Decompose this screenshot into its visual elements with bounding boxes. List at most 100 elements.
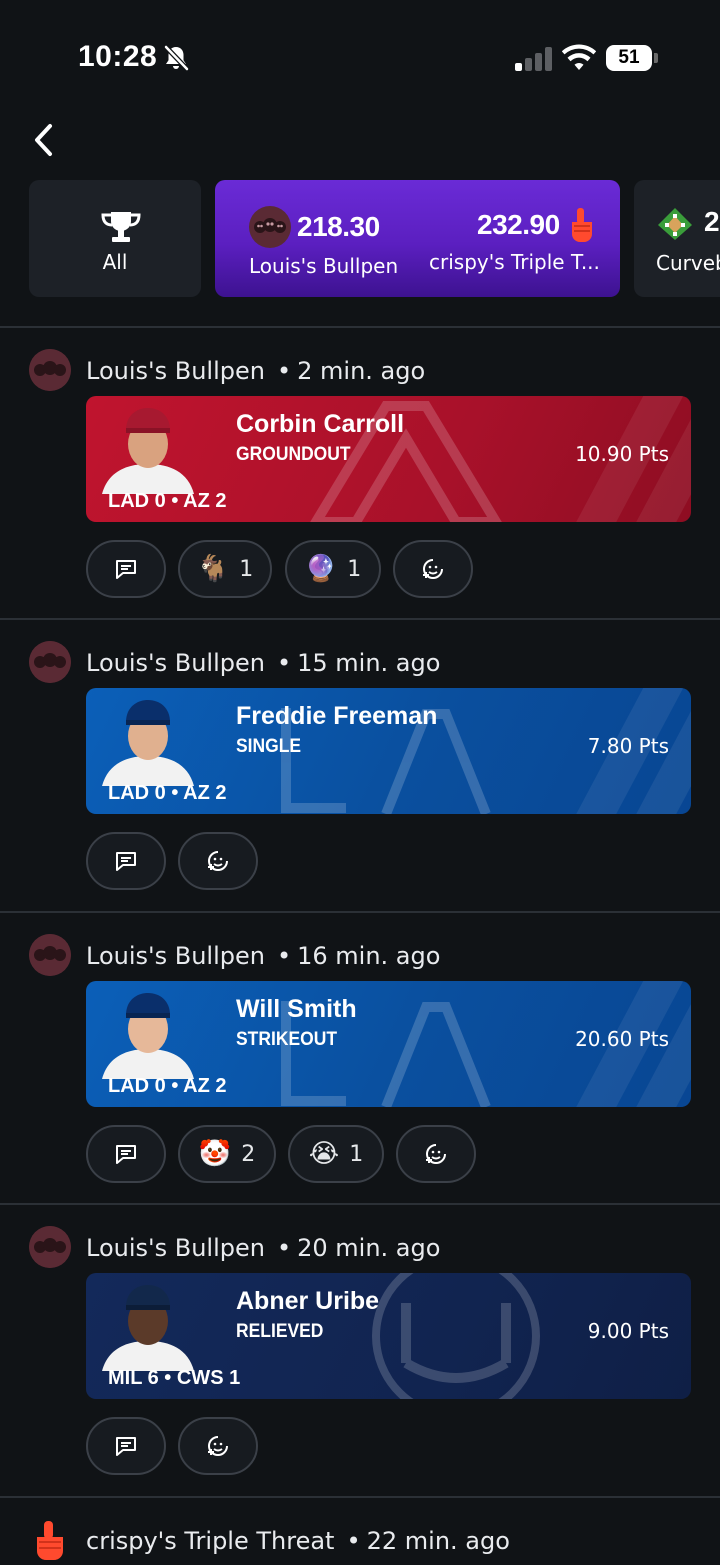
- reaction-count: 1: [349, 1141, 364, 1167]
- add-reaction-button[interactable]: [396, 1125, 476, 1183]
- matchup-tile-next[interactable]: 2 Curveb: [634, 180, 720, 297]
- battery-level: 51: [606, 45, 652, 71]
- clown-emoji-icon: 🤡: [198, 1139, 232, 1169]
- add-reaction-button[interactable]: [178, 832, 258, 890]
- play-result: SINGLE: [236, 736, 302, 757]
- comment-button[interactable]: [86, 832, 166, 890]
- clock: 10:28: [78, 40, 158, 73]
- reaction-pill[interactable]: 🤡 2: [178, 1125, 276, 1183]
- matchup-left-team: 218.30 Louis's Bullpen: [249, 206, 398, 278]
- wifi-icon: [562, 44, 596, 70]
- comment-icon: [116, 1437, 136, 1456]
- play-result: RELIEVED: [236, 1321, 324, 1342]
- skulls-avatar-icon: [249, 206, 291, 248]
- game-score: LAD 0 • AZ 2: [108, 1075, 227, 1097]
- add-reaction-icon: [426, 1144, 446, 1164]
- signal-icon: [515, 47, 552, 71]
- skulls-avatar-icon: [29, 1226, 71, 1268]
- player-name: Corbin Carroll: [236, 410, 405, 438]
- baseball-diamond-icon: [658, 208, 692, 240]
- reaction-pill[interactable]: 🐐 1: [178, 540, 272, 598]
- owner-name[interactable]: Louis's Bullpen: [86, 649, 265, 677]
- reaction-pill[interactable]: 😭 1: [288, 1125, 384, 1183]
- foam-finger-icon: [571, 208, 592, 242]
- play-card[interactable]: Corbin Carroll GROUNDOUT 10.90 Pts LAD 0…: [86, 396, 691, 522]
- all-label: All: [102, 250, 128, 274]
- owner-line: Louis's Bullpen • 2 min. ago: [86, 357, 426, 385]
- back-chevron-icon[interactable]: [28, 120, 62, 160]
- comment-icon: [116, 560, 136, 579]
- play-card[interactable]: Freddie Freeman SINGLE 7.80 Pts LAD 0 • …: [86, 688, 691, 814]
- goat-emoji-icon: 🐐: [196, 554, 230, 584]
- feed-item: Louis's Bullpen • 15 min. ago Freddie Free…: [0, 637, 720, 910]
- trophy-icon: [101, 212, 141, 242]
- player-headshot: [102, 993, 194, 1079]
- foam-finger-icon: [37, 1521, 63, 1560]
- owner-name[interactable]: Louis's Bullpen: [86, 1234, 265, 1262]
- reaction-pill[interactable]: 🔮 1: [285, 540, 381, 598]
- time-ago: 15 min. ago: [297, 649, 441, 677]
- owner-line: Louis's Bullpen • 15 min. ago: [86, 649, 441, 677]
- reaction-count: 1: [239, 556, 254, 582]
- feed-item: Louis's Bullpen • 16 min. ago Will Smith S…: [0, 930, 720, 1203]
- play-result: STRIKEOUT: [236, 1029, 337, 1050]
- player-name: Will Smith: [236, 995, 357, 1023]
- owner-line: Louis's Bullpen • 20 min. ago: [86, 1234, 441, 1262]
- play-card[interactable]: Will Smith STRIKEOUT 20.60 Pts LAD 0 • A…: [86, 981, 691, 1107]
- matchup-carousel[interactable]: All 218.30 Louis's Bullpen 232.90 crispy…: [0, 180, 720, 298]
- play-points: 9.00 Pts: [587, 1319, 669, 1343]
- add-reaction-button[interactable]: [178, 1417, 258, 1475]
- feed-item: Louis's Bullpen • 20 min. ago Abner Uribe …: [0, 1222, 720, 1495]
- add-reaction-icon: [423, 559, 443, 579]
- comment-icon: [116, 1145, 136, 1164]
- add-reaction-icon: [208, 1436, 228, 1456]
- play-card[interactable]: Abner Uribe RELIEVED 9.00 Pts MIL 6 • CW…: [86, 1273, 691, 1399]
- add-reaction-button[interactable]: [393, 540, 473, 598]
- player-headshot: [102, 700, 194, 786]
- game-score: LAD 0 • AZ 2: [108, 490, 227, 512]
- crying-emoji-icon: 😭: [308, 1139, 340, 1169]
- owner-line: crispy's Triple Threat • 22 min. ago: [86, 1527, 510, 1555]
- game-score: LAD 0 • AZ 2: [108, 782, 227, 804]
- divider: [0, 326, 720, 328]
- battery-icon: 51: [606, 45, 658, 71]
- feed-item: crispy's Triple Threat • 22 min. ago: [0, 1515, 720, 1565]
- matchup-right-team-name: crispy's Triple T...: [429, 250, 600, 274]
- all-matchups-tile[interactable]: All: [29, 180, 201, 297]
- owner-line: Louis's Bullpen • 16 min. ago: [86, 942, 441, 970]
- matchup-left-score: 218.30: [297, 211, 380, 242]
- bell-slash-icon: [164, 45, 189, 71]
- comment-button[interactable]: [86, 1125, 166, 1183]
- skulls-avatar-icon: [29, 641, 71, 683]
- time-ago: 16 min. ago: [297, 942, 441, 970]
- time-ago: 22 min. ago: [366, 1527, 510, 1555]
- time-ago: 20 min. ago: [297, 1234, 441, 1262]
- player-name: Freddie Freeman: [236, 702, 438, 730]
- matchup-right-team: 232.90 crispy's Triple T...: [429, 206, 600, 274]
- reaction-count: 1: [347, 556, 362, 582]
- skulls-avatar-icon: [29, 349, 71, 391]
- play-points: 7.80 Pts: [587, 734, 669, 758]
- player-headshot: [102, 408, 194, 494]
- comment-button[interactable]: [86, 540, 166, 598]
- game-score: MIL 6 • CWS 1: [108, 1367, 241, 1389]
- owner-name[interactable]: Louis's Bullpen: [86, 942, 265, 970]
- reaction-count: 2: [241, 1141, 256, 1167]
- time-ago: 2 min. ago: [297, 357, 426, 385]
- divider: [0, 911, 720, 913]
- player-headshot: [102, 1285, 194, 1371]
- comment-button[interactable]: [86, 1417, 166, 1475]
- matchup-tile-active[interactable]: 218.30 Louis's Bullpen 232.90 crispy's T…: [215, 180, 620, 297]
- divider: [0, 618, 720, 620]
- matchup-left-team-name: Louis's Bullpen: [249, 254, 399, 278]
- owner-name[interactable]: crispy's Triple Threat: [86, 1527, 334, 1555]
- comment-icon: [116, 852, 136, 871]
- play-points: 10.90 Pts: [575, 442, 669, 466]
- feed-item: Louis's Bullpen • 2 min. ago Corbin Carrol…: [0, 345, 720, 618]
- matchup-right-score: 232.90: [477, 209, 560, 240]
- crystal-ball-emoji-icon: 🔮: [304, 554, 338, 584]
- owner-name[interactable]: Louis's Bullpen: [86, 357, 265, 385]
- play-points: 20.60 Pts: [575, 1027, 669, 1051]
- next-matchup-score: 2: [704, 206, 720, 237]
- play-result: GROUNDOUT: [236, 444, 351, 465]
